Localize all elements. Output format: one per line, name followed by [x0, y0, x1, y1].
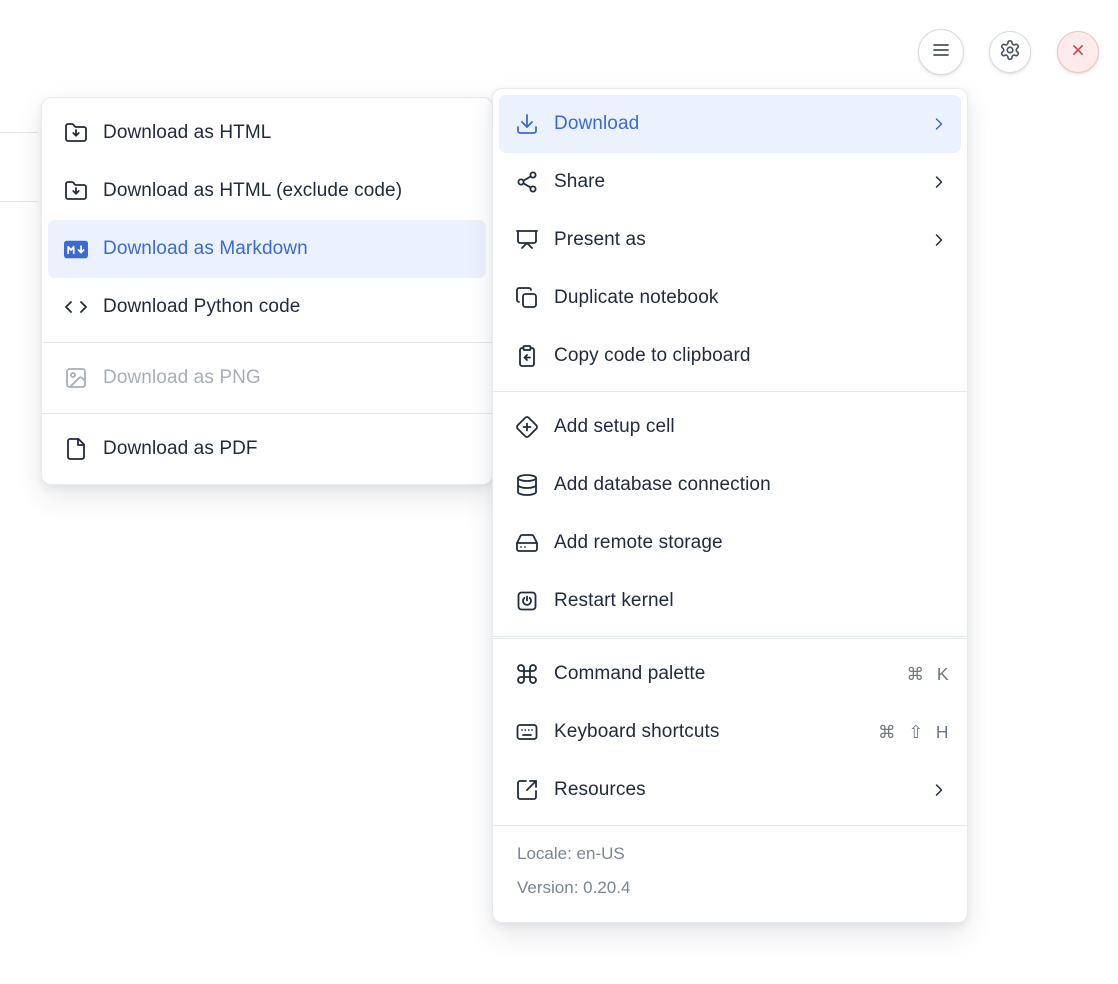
command-icon: [515, 662, 539, 686]
menu-item-command-palette[interactable]: Command palette ⌘ K: [499, 645, 961, 703]
menu-separator: [42, 342, 492, 343]
chevron-right-icon: [929, 230, 949, 250]
menu-item-share[interactable]: Share: [499, 153, 961, 211]
notebook-actions-menu-button[interactable]: [918, 29, 964, 75]
folder-down-icon: [64, 179, 88, 203]
hamburger-icon: [929, 38, 953, 67]
chevron-right-icon: [929, 172, 949, 192]
menu-item-label: Share: [554, 171, 914, 193]
menu-item-label: Restart kernel: [554, 590, 949, 612]
file-icon: [64, 437, 88, 461]
menu-item-add-remote-storage[interactable]: Add remote storage: [499, 514, 961, 572]
menu-item-download[interactable]: Download: [499, 95, 961, 153]
external-link-icon: [515, 778, 539, 802]
menu-item-add-setup-cell[interactable]: Add setup cell: [499, 398, 961, 456]
diamond-plus-icon: [515, 415, 539, 439]
menu-item-download-python-code[interactable]: Download Python code: [48, 278, 486, 336]
shutdown-button[interactable]: [1057, 31, 1099, 73]
menu-item-download-as-pdf[interactable]: Download as PDF: [48, 420, 486, 478]
keyboard-icon: [515, 720, 539, 744]
menu-item-copy-code-to-clipboard[interactable]: Copy code to clipboard: [499, 327, 961, 385]
menu-item-label: Download: [554, 113, 914, 135]
menu-item-label: Download as PNG: [103, 367, 474, 389]
menu-footer: Locale: en-US Version: 0.20.4: [493, 832, 967, 916]
power-square-icon: [515, 589, 539, 613]
code-icon: [64, 295, 88, 319]
menu-item-add-database-connection[interactable]: Add database connection: [499, 456, 961, 514]
version-text: Version: 0.20.4: [517, 878, 943, 898]
duplicate-icon: [515, 286, 539, 310]
share-icon: [515, 170, 539, 194]
shortcut-hint: ⌘ K: [906, 664, 949, 685]
presentation-icon: [515, 228, 539, 252]
page-divider-line: [0, 132, 38, 133]
close-icon: [1068, 40, 1088, 65]
menu-group-separator: [493, 636, 967, 639]
menu-item-label: Command palette: [554, 663, 891, 685]
menu-item-label: Duplicate notebook: [554, 287, 949, 309]
locale-text: Locale: en-US: [517, 844, 943, 864]
chevron-right-icon: [929, 114, 949, 134]
menu-item-keyboard-shortcuts[interactable]: Keyboard shortcuts ⌘ ⇧ H: [499, 703, 961, 761]
menu-separator: [493, 825, 967, 826]
settings-button[interactable]: [989, 31, 1031, 73]
hard-drive-icon: [515, 531, 539, 555]
menu-item-download-as-markdown[interactable]: Download as Markdown: [48, 220, 486, 278]
menu-separator: [493, 391, 967, 392]
menu-item-label: Download as HTML: [103, 122, 474, 144]
menu-item-download-as-html-exclude-code[interactable]: Download as HTML (exclude code): [48, 162, 486, 220]
menu-item-present-as[interactable]: Present as: [499, 211, 961, 269]
menu-item-label: Keyboard shortcuts: [554, 721, 863, 743]
shortcut-hint: ⌘ ⇧ H: [878, 722, 949, 743]
menu-item-label: Download as PDF: [103, 438, 474, 460]
markdown-download-icon: [64, 237, 88, 261]
menu-item-restart-kernel[interactable]: Restart kernel: [499, 572, 961, 630]
image-icon: [64, 366, 88, 390]
menu-item-label: Add remote storage: [554, 532, 949, 554]
page-divider-line: [0, 201, 38, 202]
chevron-right-icon: [929, 780, 949, 800]
menu-separator: [42, 413, 492, 414]
clipboard-copy-icon: [515, 344, 539, 368]
gear-icon: [999, 39, 1021, 66]
menu-item-label: Download as Markdown: [103, 238, 474, 260]
database-icon: [515, 473, 539, 497]
download-submenu: Download as HTML Download as HTML (exclu…: [41, 97, 493, 485]
menu-item-resources[interactable]: Resources: [499, 761, 961, 819]
menu-item-download-as-png: Download as PNG: [48, 349, 486, 407]
menu-item-label: Download Python code: [103, 296, 474, 318]
menu-item-label: Copy code to clipboard: [554, 345, 949, 367]
menu-item-label: Resources: [554, 779, 914, 801]
download-icon: [515, 112, 539, 136]
menu-item-label: Download as HTML (exclude code): [103, 180, 474, 202]
folder-down-icon: [64, 121, 88, 145]
menu-item-label: Add database connection: [554, 474, 949, 496]
menu-item-label: Present as: [554, 229, 914, 251]
menu-item-download-as-html[interactable]: Download as HTML: [48, 104, 486, 162]
menu-item-duplicate-notebook[interactable]: Duplicate notebook: [499, 269, 961, 327]
notebook-actions-menu: Download Share Present as Duplicate note…: [492, 88, 968, 923]
menu-item-label: Add setup cell: [554, 416, 949, 438]
